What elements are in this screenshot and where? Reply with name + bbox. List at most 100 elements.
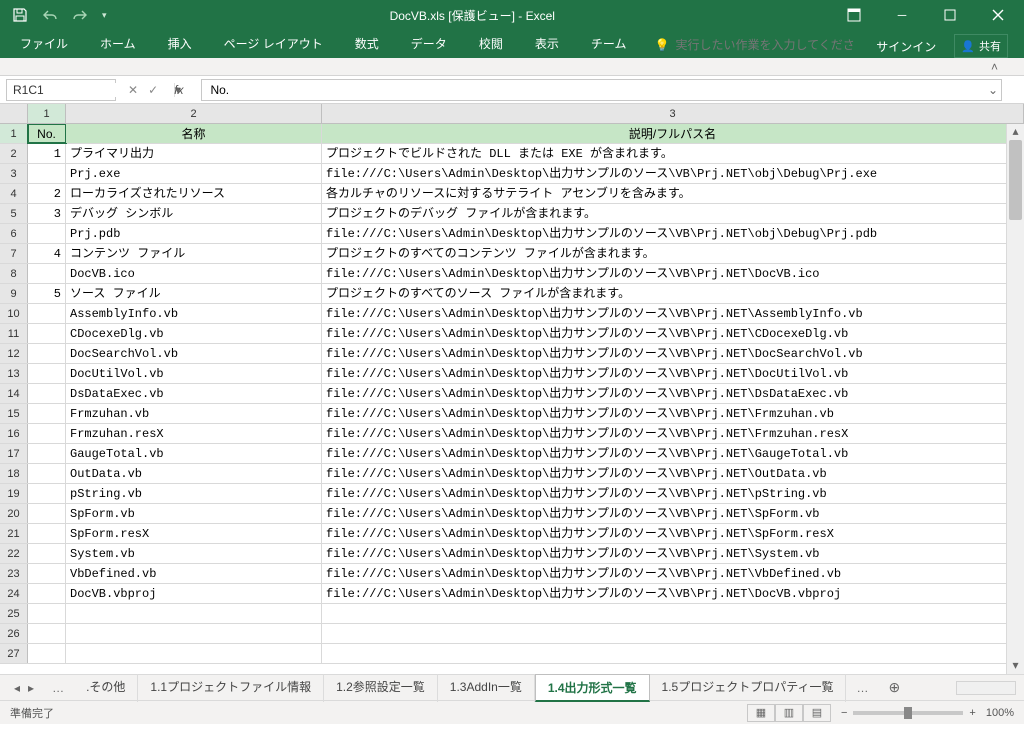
cell[interactable]: Prj.pdb	[66, 224, 322, 243]
row-header[interactable]: 21	[0, 524, 28, 543]
row-header[interactable]: 1	[0, 124, 28, 143]
cell[interactable]	[28, 524, 66, 543]
row-header[interactable]: 19	[0, 484, 28, 503]
ribbon-tab[interactable]: チーム	[579, 31, 639, 58]
cell[interactable]: Frmzuhan.vb	[66, 404, 322, 423]
undo-icon[interactable]	[42, 9, 58, 21]
cell[interactable]	[28, 384, 66, 403]
cell[interactable]	[28, 484, 66, 503]
sheet-tab[interactable]: 1.2参照設定一覧	[324, 674, 438, 702]
cell[interactable]: OutData.vb	[66, 464, 322, 483]
sheet-tab[interactable]: 1.4出力形式一覧	[535, 674, 650, 702]
cell[interactable]: file:///C:\Users\Admin\Desktop\出力サンプルのソー…	[322, 304, 1024, 323]
view-page-layout-icon[interactable]: ▥	[775, 704, 803, 722]
cell[interactable]: No.	[28, 124, 66, 143]
cell[interactable]: 名称	[66, 124, 322, 143]
row-header[interactable]: 26	[0, 624, 28, 643]
minimize-button[interactable]: ─	[886, 0, 918, 30]
ribbon-tab[interactable]: 挿入	[156, 31, 204, 58]
scroll-thumb[interactable]	[1009, 140, 1022, 220]
row-header[interactable]: 7	[0, 244, 28, 263]
sheet-tab[interactable]: 1.5プロジェクトプロパティ一覧	[650, 674, 847, 702]
grid-body[interactable]: 1No.名称説明/フルパス名21プライマリ出力プロジェクトでビルドされた DLL…	[0, 124, 1024, 672]
column-header[interactable]: 3	[322, 104, 1024, 123]
row-header[interactable]: 27	[0, 644, 28, 663]
column-header[interactable]: 2	[66, 104, 322, 123]
view-page-break-icon[interactable]: ▤	[803, 704, 831, 722]
share-button[interactable]: 👤 共有	[954, 34, 1008, 58]
maximize-button[interactable]	[934, 0, 966, 30]
row-header[interactable]: 14	[0, 384, 28, 403]
view-normal-icon[interactable]: ▦	[747, 704, 775, 722]
row-header[interactable]: 9	[0, 284, 28, 303]
cell[interactable]	[322, 644, 1024, 663]
cell[interactable]: SpForm.resX	[66, 524, 322, 543]
row-header[interactable]: 11	[0, 324, 28, 343]
cell[interactable]	[66, 604, 322, 623]
cell[interactable]: SpForm.vb	[66, 504, 322, 523]
enter-icon[interactable]: ✓	[148, 83, 158, 97]
cell[interactable]: ソース ファイル	[66, 284, 322, 303]
cell[interactable]: プロジェクトのすべてのソース ファイルが含まれます。	[322, 284, 1024, 303]
cell[interactable]: file:///C:\Users\Admin\Desktop\出力サンプルのソー…	[322, 344, 1024, 363]
select-all-corner[interactable]	[0, 104, 28, 123]
tabs-overflow-left-icon[interactable]: …	[42, 681, 74, 695]
cell[interactable]	[28, 324, 66, 343]
cell[interactable]: pString.vb	[66, 484, 322, 503]
add-sheet-button[interactable]: ⊕	[878, 679, 910, 696]
cell[interactable]	[28, 604, 66, 623]
row-header[interactable]: 5	[0, 204, 28, 223]
zoom-out-icon[interactable]: −	[841, 707, 847, 719]
cell[interactable]: プロジェクトのデバッグ ファイルが含まれます。	[322, 204, 1024, 223]
cell[interactable]	[28, 504, 66, 523]
formula-input[interactable]	[202, 83, 985, 97]
cell[interactable]: DsDataExec.vb	[66, 384, 322, 403]
cell[interactable]: 各カルチャのリソースに対するサテライト アセンブリを含みます。	[322, 184, 1024, 203]
scroll-down-icon[interactable]: ▾	[1007, 658, 1024, 674]
cell[interactable]: デバッグ シンボル	[66, 204, 322, 223]
cell[interactable]: file:///C:\Users\Admin\Desktop\出力サンプルのソー…	[322, 584, 1024, 603]
ribbon-tab[interactable]: データ	[399, 31, 459, 58]
cell[interactable]	[28, 344, 66, 363]
cell[interactable]: コンテンツ ファイル	[66, 244, 322, 263]
zoom-level[interactable]: 100%	[986, 707, 1014, 719]
cell[interactable]: 1	[28, 144, 66, 163]
row-header[interactable]: 12	[0, 344, 28, 363]
cancel-icon[interactable]: ✕	[128, 83, 138, 97]
row-header[interactable]: 24	[0, 584, 28, 603]
cell[interactable]: VbDefined.vb	[66, 564, 322, 583]
cell[interactable]	[28, 164, 66, 183]
save-icon[interactable]	[12, 7, 28, 23]
row-header[interactable]: 4	[0, 184, 28, 203]
cell[interactable]: DocVB.vbproj	[66, 584, 322, 603]
row-header[interactable]: 17	[0, 444, 28, 463]
cell[interactable]	[28, 564, 66, 583]
cell[interactable]: Frmzuhan.resX	[66, 424, 322, 443]
cell[interactable]	[28, 624, 66, 643]
cell[interactable]: DocUtilVol.vb	[66, 364, 322, 383]
zoom-thumb[interactable]	[904, 707, 912, 719]
horizontal-scrollbar[interactable]	[956, 681, 1016, 695]
cell[interactable]: file:///C:\Users\Admin\Desktop\出力サンプルのソー…	[322, 324, 1024, 343]
cell[interactable]	[322, 604, 1024, 623]
cell[interactable]: file:///C:\Users\Admin\Desktop\出力サンプルのソー…	[322, 524, 1024, 543]
cell[interactable]	[28, 444, 66, 463]
cell[interactable]	[28, 364, 66, 383]
tab-nav[interactable]: ◂▸	[6, 681, 42, 695]
fx-icon[interactable]: fx	[168, 83, 189, 97]
ribbon-tab[interactable]: 数式	[343, 31, 391, 58]
scroll-up-icon[interactable]: ▴	[1007, 124, 1024, 140]
row-header[interactable]: 22	[0, 544, 28, 563]
row-header[interactable]: 20	[0, 504, 28, 523]
vertical-scrollbar[interactable]: ▴ ▾	[1006, 124, 1024, 674]
ribbon-tab[interactable]: 表示	[523, 31, 571, 58]
close-button[interactable]	[982, 0, 1014, 30]
cell[interactable]: file:///C:\Users\Admin\Desktop\出力サンプルのソー…	[322, 224, 1024, 243]
row-header[interactable]: 18	[0, 464, 28, 483]
cell[interactable]: System.vb	[66, 544, 322, 563]
ribbon-options-icon[interactable]	[838, 0, 870, 30]
cell[interactable]	[28, 644, 66, 663]
tell-me-search[interactable]: 💡	[646, 34, 863, 58]
cell[interactable]	[28, 584, 66, 603]
cell[interactable]: file:///C:\Users\Admin\Desktop\出力サンプルのソー…	[322, 464, 1024, 483]
